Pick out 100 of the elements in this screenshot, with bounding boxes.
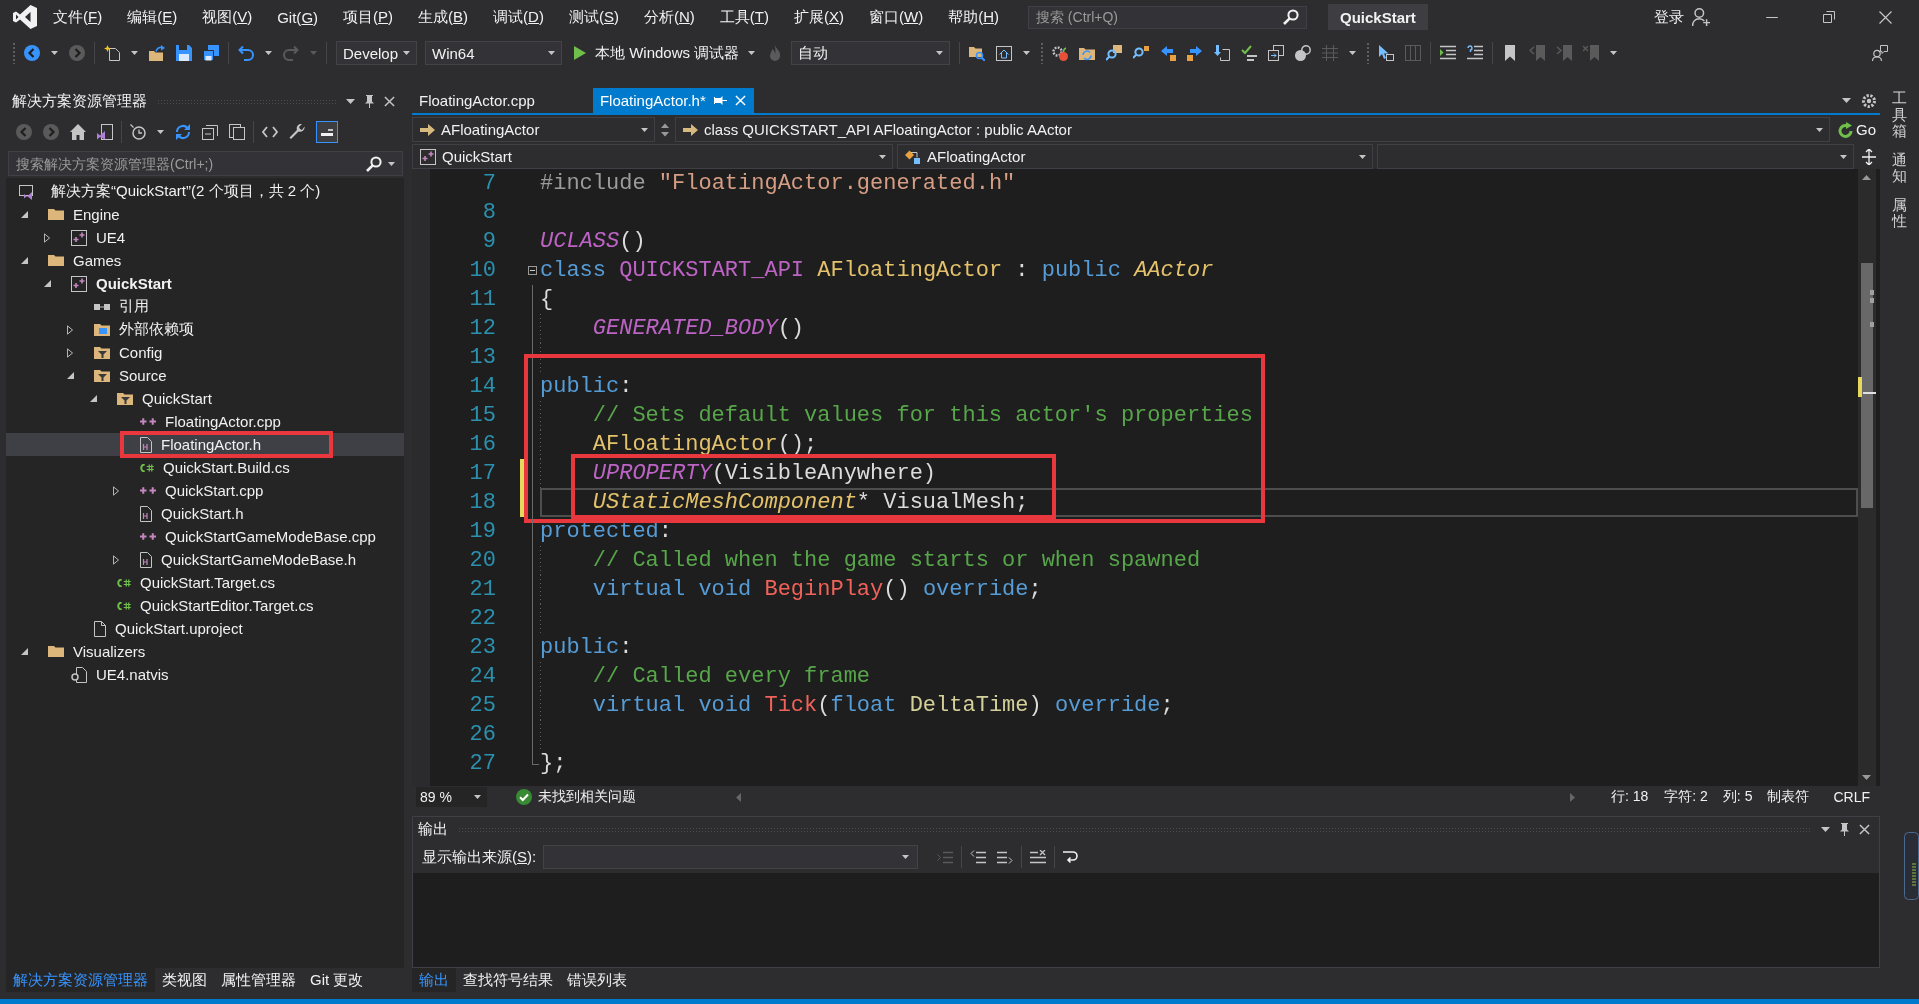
caret-icon[interactable] — [1349, 51, 1357, 55]
circles-icon[interactable] — [1295, 45, 1312, 61]
tree-item[interactable]: 引用 — [6, 295, 404, 318]
run-button[interactable]: 本地 Windows 调试器 — [570, 41, 760, 65]
tree-item[interactable]: Config — [6, 341, 404, 364]
new-file-icon[interactable] — [104, 45, 120, 61]
caret-icon[interactable] — [346, 98, 355, 104]
wrap-icon[interactable] — [1063, 850, 1079, 864]
dropdown[interactable]: AFloatingActor — [412, 117, 655, 142]
caret-right-icon[interactable] — [67, 347, 73, 358]
sync-icon[interactable] — [175, 124, 191, 140]
open-folder-icon[interactable] — [149, 45, 165, 61]
home-icon[interactable] — [996, 45, 1013, 61]
save-icon[interactable] — [176, 45, 192, 61]
clear-lines-icon[interactable] — [1030, 850, 1047, 864]
menu-item[interactable]: 项目(P) — [343, 7, 394, 27]
code-icon[interactable] — [262, 124, 278, 140]
go-button[interactable]: Go — [1834, 117, 1880, 142]
gear-icon[interactable] — [1052, 45, 1069, 61]
search-field[interactable]: 搜索解决方案资源管理器(Ctrl+;) — [8, 151, 403, 176]
tree-item[interactable]: QuickStart.Build.cs — [6, 456, 404, 479]
caret-down-icon[interactable] — [20, 257, 28, 264]
tree-item[interactable]: QuickStart.h — [6, 502, 404, 525]
menu-item[interactable]: 调试(D) — [493, 7, 544, 27]
down-arrow-icon[interactable] — [1214, 45, 1231, 61]
menu-item[interactable]: 扩展(X) — [793, 7, 844, 27]
dropdown[interactable]: QuickStart — [412, 144, 893, 169]
caret-right-icon[interactable] — [67, 324, 73, 335]
menu-item[interactable]: 文件(F) — [53, 7, 103, 27]
caret-icon[interactable] — [265, 51, 272, 55]
zoom-dropdown[interactable]: 89 % — [416, 787, 487, 807]
menu-item[interactable]: 编辑(E) — [127, 7, 178, 27]
tree-item[interactable]: Source — [6, 364, 404, 387]
tree-item[interactable]: QuickStartGameModeBase.cpp — [6, 525, 404, 548]
tab[interactable]: 输出 — [412, 968, 456, 992]
caret-icon[interactable] — [157, 130, 164, 134]
folder-search-icon[interactable] — [969, 45, 986, 61]
menu-item[interactable]: 分析(N) — [643, 7, 695, 27]
tree-item[interactable]: 解决方案“QuickStart”(2 个项目，共 2 个) — [6, 180, 404, 203]
close-icon[interactable] — [1859, 823, 1870, 835]
tree-item[interactable]: Engine — [6, 203, 404, 226]
tab[interactable]: 属性管理器 — [214, 968, 303, 992]
cursor-icon[interactable] — [1378, 45, 1395, 61]
document-tab[interactable]: FloatingActor.cpp — [412, 88, 593, 113]
caret-down-icon[interactable] — [89, 395, 97, 402]
window-icon[interactable] — [97, 124, 113, 140]
dropdown[interactable]: class QUICKSTART_API AFloatingActor : public AActor — [675, 117, 1830, 142]
tree-item[interactable]: QuickStart.uproject — [6, 617, 404, 640]
scroll-right-icon[interactable] — [1569, 792, 1575, 802]
tree-item[interactable]: QuickStart.Target.cs — [6, 571, 404, 594]
lines-arrow-icon[interactable] — [997, 850, 1014, 864]
tree-item[interactable]: Visualizers — [6, 640, 404, 663]
home-icon[interactable] — [70, 124, 86, 140]
tree-item[interactable]: QuickStart — [6, 387, 404, 410]
search-icon[interactable] — [1106, 45, 1123, 61]
close-icon[interactable] — [1879, 10, 1892, 24]
side-tab[interactable]: 属性 — [1892, 196, 1907, 230]
sign-in-link[interactable]: 登录 — [1654, 7, 1684, 27]
tree-item[interactable]: 外部依赖项 — [6, 318, 404, 341]
clock-icon[interactable] — [130, 124, 146, 140]
side-tab[interactable]: 工具箱 — [1892, 90, 1907, 140]
folder-arrows-icon[interactable] — [1079, 45, 1096, 61]
copy-icon[interactable] — [1268, 45, 1285, 61]
scroll-down-icon[interactable] — [1862, 775, 1871, 780]
save-all-icon[interactable] — [203, 45, 219, 61]
scroll-thumb[interactable] — [1861, 263, 1873, 508]
tab[interactable]: 类视图 — [155, 968, 214, 992]
caret-icon[interactable] — [1610, 51, 1618, 55]
wrench-icon[interactable] — [289, 124, 305, 140]
tree-item[interactable]: UE4.natvis — [6, 663, 404, 686]
dropdown[interactable]: AFloatingActor — [897, 144, 1373, 169]
arrow-right-icon[interactable] — [1187, 45, 1204, 61]
lines-icon[interactable] — [1467, 45, 1484, 61]
arrow-left-icon[interactable] — [1160, 45, 1177, 61]
tree-item[interactable]: FloatingActor.cpp — [6, 410, 404, 433]
restore-icon[interactable] — [1822, 11, 1835, 23]
search-icon[interactable] — [1283, 9, 1299, 25]
undo-icon[interactable] — [238, 45, 254, 61]
tab[interactable]: 解决方案资源管理器 — [6, 968, 155, 992]
add-user-icon[interactable] — [1692, 8, 1710, 26]
minus-box-icon[interactable] — [528, 266, 537, 275]
dropdown[interactable]: Develop — [336, 41, 417, 65]
caret-icon[interactable] — [131, 51, 138, 55]
tree-item[interactable]: Games — [6, 249, 404, 272]
minimize-icon[interactable] — [1764, 16, 1779, 18]
scroll-left-icon[interactable] — [736, 792, 741, 802]
caret-icon[interactable] — [51, 51, 58, 55]
pin-icon[interactable] — [365, 94, 374, 108]
tree-item[interactable]: UE4 — [6, 226, 404, 249]
side-tab[interactable]: 通知 — [1892, 151, 1907, 185]
menu-item[interactable]: 帮助(H) — [948, 7, 999, 27]
settings-icon[interactable] — [1862, 93, 1876, 108]
tab[interactable]: 错误列表 — [560, 968, 634, 992]
check-icon[interactable] — [1241, 45, 1258, 61]
files-icon[interactable] — [229, 124, 245, 140]
search-field[interactable]: 搜索 (Ctrl+Q) — [1028, 5, 1307, 29]
spin-icon[interactable] — [661, 122, 669, 137]
search-icon[interactable] — [1133, 45, 1150, 61]
caret-icon[interactable] — [1023, 51, 1031, 55]
caret-icon[interactable] — [1842, 98, 1851, 103]
